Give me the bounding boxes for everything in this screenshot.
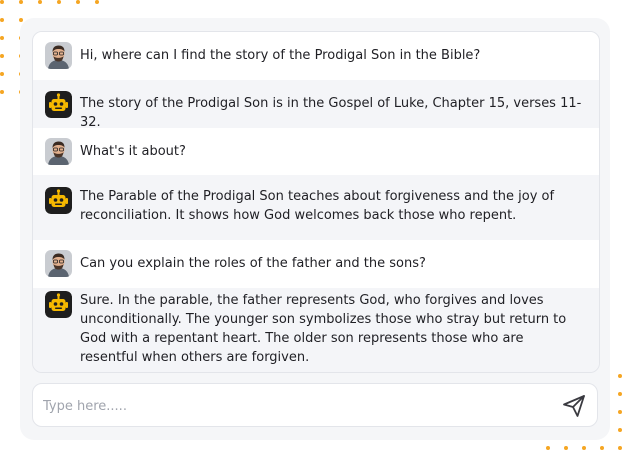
decorative-dot: [564, 446, 568, 450]
decorative-dot: [618, 446, 622, 450]
message-input[interactable]: [41, 394, 545, 418]
message-text: What's it about?: [80, 144, 186, 159]
decorative-dot: [76, 0, 80, 4]
message-text: The story of the Prodigal Son is in the …: [80, 96, 582, 130]
decorative-dot: [95, 0, 99, 4]
robot-icon: [45, 91, 72, 118]
message-composer: [32, 383, 598, 427]
message-text: Sure. In the parable, the father represe…: [80, 293, 567, 365]
message-text: The Parable of the Prodigal Son teaches …: [80, 189, 555, 223]
decorative-dot: [618, 428, 622, 432]
chat-message-user: Hi, where can I find the story of the Pr…: [33, 32, 599, 80]
decorative-dot: [582, 446, 586, 450]
user-avatar: [45, 250, 72, 277]
user-avatar: [45, 138, 72, 165]
decorative-dot: [0, 18, 4, 22]
chat-message-user: Can you explain the roles of the father …: [33, 240, 599, 288]
decorative-dot: [618, 410, 622, 414]
robot-icon: [45, 291, 72, 318]
chat-message-user: What's it about?: [33, 128, 599, 175]
user-avatar: [45, 42, 72, 69]
decorative-dot: [618, 392, 622, 396]
decorative-dot: [600, 446, 604, 450]
decorative-dot: [57, 0, 61, 4]
chat-message-bot: The story of the Prodigal Son is in the …: [33, 80, 599, 130]
decorative-dot: [0, 54, 4, 58]
chat-message-bot: Sure. In the parable, the father represe…: [33, 288, 599, 372]
decorative-dot: [19, 0, 23, 4]
chat-widget-stage: Hi, where can I find the story of the Pr…: [0, 0, 630, 460]
decorative-dot: [546, 446, 550, 450]
decorative-dot: [0, 72, 4, 76]
send-icon[interactable]: [561, 393, 587, 419]
chat-history[interactable]: Hi, where can I find the story of the Pr…: [32, 31, 600, 373]
decorative-dot: [19, 18, 23, 22]
decorative-dot: [0, 36, 4, 40]
message-text: Can you explain the roles of the father …: [80, 256, 426, 271]
decorative-dot: [38, 0, 42, 4]
robot-icon: [45, 187, 72, 214]
chat-message-bot: The Parable of the Prodigal Son teaches …: [33, 175, 599, 240]
message-text: Hi, where can I find the story of the Pr…: [80, 48, 481, 63]
decorative-dot: [618, 374, 622, 378]
decorative-dot: [0, 90, 4, 94]
decorative-dot: [0, 0, 4, 4]
